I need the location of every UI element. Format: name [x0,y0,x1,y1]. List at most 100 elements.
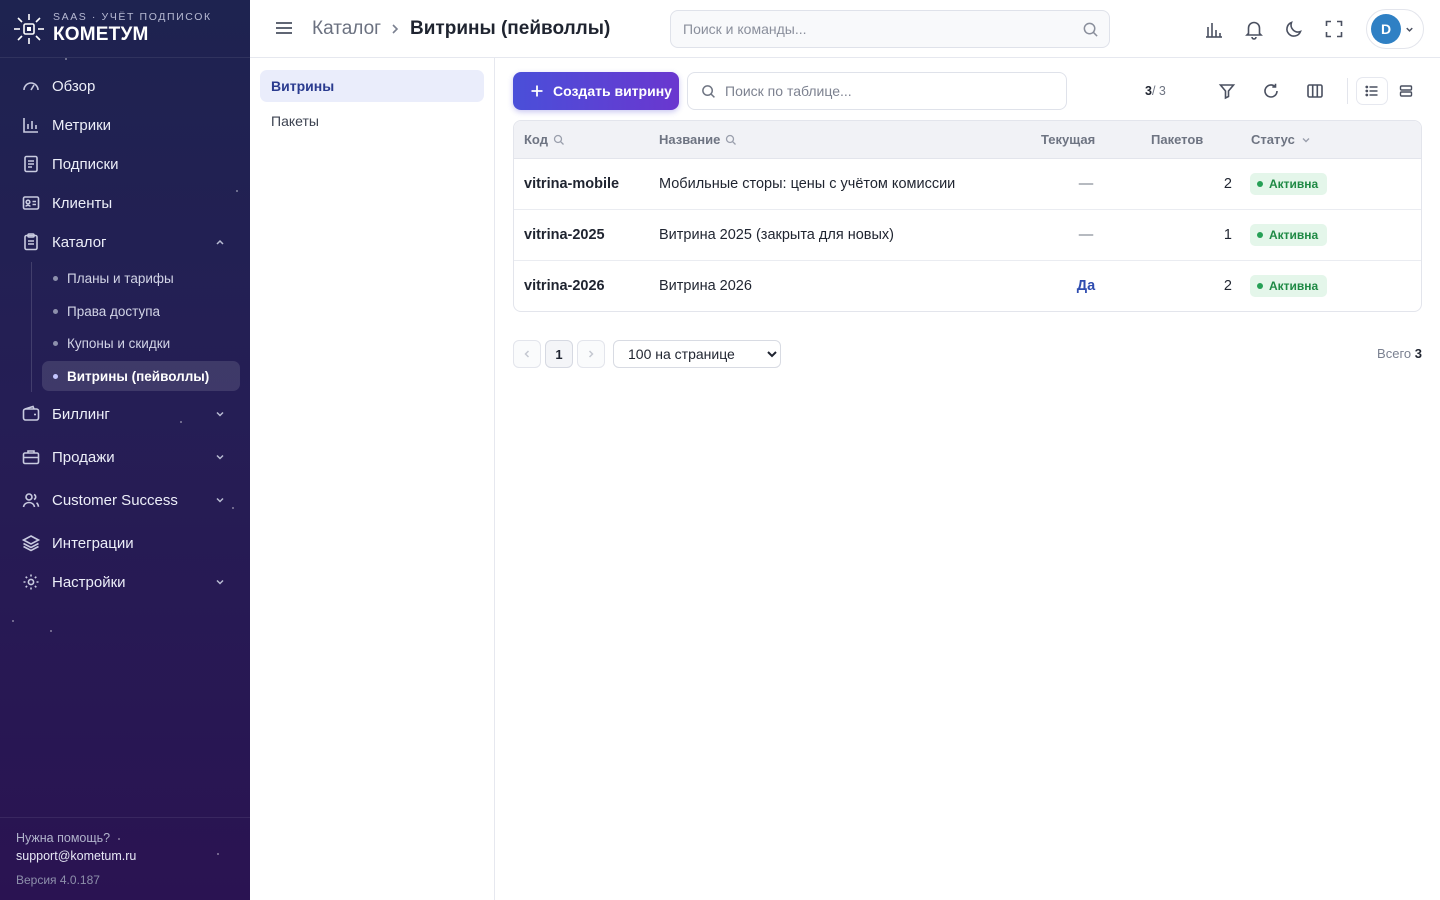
id-card-icon [22,196,40,210]
topbar: Каталог Витрины (пейволлы) D [250,0,1440,58]
column-code[interactable]: Код [524,132,565,147]
column-label: Текущая [1041,132,1096,147]
chevron-left-icon [524,350,530,358]
next-page-button[interactable] [577,340,605,368]
sidebar-item-clients[interactable]: Клиенты [12,185,238,221]
global-search-input[interactable] [683,11,1073,47]
sidebar-item-label: Обзор [52,77,96,95]
cell-code: vitrina-2025 [524,227,605,243]
gauge-icon [23,82,39,91]
gear-icon [23,574,39,590]
sidebar-item-metrics[interactable]: Метрики [12,107,238,143]
chart-icon[interactable] [1203,18,1225,40]
cell-packages: 1 [1223,227,1232,243]
create-showcase-button[interactable]: Создать витрину [513,72,679,110]
bullet-icon [53,373,58,379]
sidebar-subitem-plans[interactable]: Планы и тарифы [42,263,240,293]
subnav-packages[interactable]: Пакеты [260,105,484,137]
search-icon[interactable] [553,134,565,146]
cell-code: vitrina-mobile [524,176,620,192]
sidebar-item-label: Клиенты [52,194,113,212]
brand-tagline: SAAS · УЧЁТ ПОДПИСОК [53,11,212,23]
app-version: Версия 4.0.187 [16,873,100,887]
chevron-down-icon[interactable] [1300,134,1312,146]
document-icon [24,155,38,173]
cell-code: vitrina-2026 [524,278,605,294]
chevron-down-icon [216,579,224,585]
sidebar-item-integrations[interactable]: Интеграции [12,525,238,561]
total-label: Всего [1377,346,1412,361]
users-icon [22,493,40,508]
briefcase-icon [22,450,40,465]
sidebar-item-label: Метрики [52,116,112,134]
sidebar-subitem-access-rights[interactable]: Права доступа [42,296,240,326]
column-label: Название [659,132,721,147]
sidebar-item-catalog[interactable]: Каталог [12,224,238,260]
filter-icon[interactable] [1218,82,1236,100]
table-search [687,72,1067,110]
sidebar-subitem-paywalls[interactable]: Витрины (пейволлы) [42,361,240,391]
bullet-icon [53,275,58,281]
refresh-icon[interactable] [1262,82,1280,100]
sidebar-item-overview[interactable]: Обзор [12,68,238,104]
sidebar-subitem-coupons[interactable]: Купоны и скидки [42,328,240,358]
page-size-select[interactable]: 100 на странице [613,340,781,368]
sidebar-item-label: Каталог [52,233,107,251]
fullscreen-icon[interactable] [1323,18,1345,40]
table-row[interactable]: vitrina-mobile Мобильные сторы: цены с у… [514,159,1421,210]
sidebar-item-sales[interactable]: Продажи [12,439,238,475]
layers-icon [21,535,41,552]
breadcrumb-catalog[interactable]: Каталог [312,18,381,40]
columns-icon[interactable] [1306,82,1324,100]
support-email-link[interactable]: support@kometum.ru [16,849,136,863]
column-status[interactable]: Статус [1251,132,1312,147]
prev-page-button[interactable] [513,340,541,368]
brand[interactable]: SAAS · УЧЁТ ПОДПИСОК КОМЕТУМ [0,0,250,58]
total-count: Всего 3 [1377,346,1422,361]
column-name[interactable]: Название [659,132,737,147]
status-label: Активна [1269,177,1319,191]
cell-current: — [1078,227,1094,243]
user-menu-button[interactable]: D [1366,9,1424,49]
bullet-icon [53,340,58,346]
sidebar-item-settings[interactable]: Настройки [12,564,238,600]
column-label: Статус [1251,132,1295,147]
table-search-input[interactable] [725,73,1055,109]
sidebar-item-label: Биллинг [52,405,110,423]
hamburger-menu-icon[interactable] [272,16,296,40]
total-value: 3 [1414,346,1422,361]
page-button[interactable]: 1 [545,340,573,368]
table-row[interactable]: vitrina-2026 Витрина 2026 Да 2 Активна [514,261,1421,311]
sidebar-item-label: Настройки [52,573,126,591]
sidebar-footer: Нужна помощь? support@kometum.ru Версия … [0,817,250,900]
showcases-table: Код Название Текущая Пакетов Статус vitr… [513,120,1422,312]
cell-name: Мобильные сторы: цены с учётом комиссии [659,176,956,192]
search-icon[interactable] [1082,21,1099,38]
card-view-button[interactable] [1391,78,1421,104]
chevron-down-icon [1406,27,1413,32]
sidebar-item-subscriptions[interactable]: Подписки [12,146,238,182]
global-search [670,10,1110,48]
moon-icon[interactable] [1283,18,1305,40]
status-badge: Активна [1250,224,1328,246]
column-label: Пакетов [1151,132,1204,147]
sidebar-item-customer-success[interactable]: Customer Success [12,482,238,518]
search-icon[interactable] [725,134,737,146]
column-current[interactable]: Текущая [1041,132,1095,147]
bell-icon[interactable] [1243,18,1265,40]
chevron-right-icon [588,350,594,358]
chevron-right-icon [392,24,399,34]
chevron-down-icon [216,454,224,460]
list-view-button[interactable] [1357,78,1387,104]
status-dot [1257,181,1263,187]
row-count-shown: 3 [1145,84,1152,98]
row-count-total: / 3 [1151,84,1166,98]
column-packages[interactable]: Пакетов [1151,132,1203,147]
table-row[interactable]: vitrina-2025 Витрина 2025 (закрыта для н… [514,210,1421,261]
bullet-icon [53,308,58,314]
row-count: 3/ 3 [1145,84,1166,98]
sidebar: SAAS · УЧЁТ ПОДПИСОК КОМЕТУМ Обзор Метри… [0,0,250,900]
sidebar-item-billing[interactable]: Биллинг [12,396,238,432]
subnav-showcases[interactable]: Витрины [260,70,484,102]
status-dot [1257,232,1263,238]
